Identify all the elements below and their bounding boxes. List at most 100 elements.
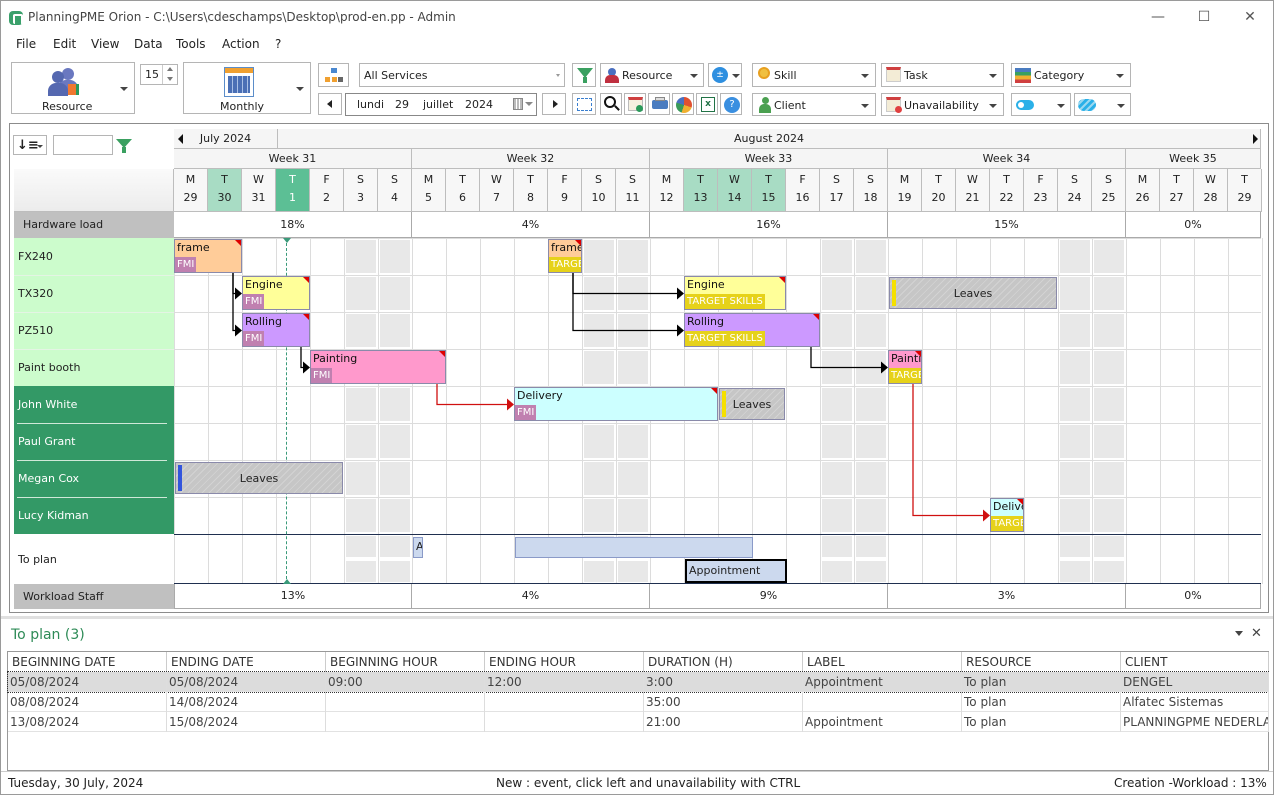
plus-minus-button[interactable]: ±: [708, 63, 742, 87]
day-header[interactable]: W7: [480, 169, 514, 212]
client-filter-select[interactable]: Client: [752, 93, 876, 116]
task-block[interactable]: Engine TARGET SKILLS: [684, 276, 786, 310]
day-header[interactable]: F 16: [786, 169, 820, 212]
menu-view[interactable]: View: [91, 37, 119, 51]
day-header[interactable]: S 11: [616, 169, 650, 212]
menu-tools[interactable]: Tools: [176, 37, 206, 51]
day-header[interactable]: T8: [514, 169, 548, 212]
day-header[interactable]: T 29: [1228, 169, 1262, 212]
toggle-display-select[interactable]: [1011, 93, 1071, 116]
calendar-icon[interactable]: [513, 98, 523, 110]
to-plan-item[interactable]: Appointment: [685, 559, 787, 583]
leave-block[interactable]: Leaves: [889, 277, 1057, 309]
menu-help[interactable]: ?: [275, 37, 281, 51]
sort-button[interactable]: ↓≡: [13, 135, 47, 155]
menu-file[interactable]: File: [16, 37, 36, 51]
day-header[interactable]: T 30: [208, 169, 242, 212]
minimize-button[interactable]: —: [1143, 7, 1173, 27]
day-header[interactable]: M 12: [650, 169, 684, 212]
column-header[interactable]: CLIENT: [1121, 652, 1269, 672]
menu-action[interactable]: Action: [222, 37, 260, 51]
panel-menu-icon[interactable]: [1235, 631, 1243, 636]
to-plan-row-label[interactable]: To plan: [14, 534, 174, 584]
period-view-button[interactable]: Monthly: [183, 62, 311, 114]
resource-search-input[interactable]: [53, 135, 113, 155]
day-header[interactable]: S3: [344, 169, 378, 212]
resource-view-button[interactable]: Resource: [11, 62, 135, 114]
menu-data[interactable]: Data: [134, 37, 163, 51]
day-header[interactable]: M 19: [888, 169, 922, 212]
category-filter-select[interactable]: Category: [1011, 63, 1131, 87]
column-header[interactable]: LABEL: [803, 652, 962, 672]
day-header[interactable]: F 23: [1024, 169, 1058, 212]
date-picker[interactable]: lundi 29 juillet 2024: [345, 93, 537, 116]
leave-block[interactable]: Leaves: [719, 388, 785, 420]
column-header[interactable]: RESOURCE: [962, 652, 1121, 672]
day-header[interactable]: T 15: [752, 169, 786, 212]
day-header[interactable]: S 17: [820, 169, 854, 212]
to-plan-item[interactable]: [515, 537, 753, 558]
menu-edit[interactable]: Edit: [53, 37, 76, 51]
day-header[interactable]: T 20: [922, 169, 956, 212]
resource-row-label[interactable]: Megan Cox: [14, 460, 174, 497]
next-month-icon[interactable]: [1253, 134, 1258, 144]
excel-export-button[interactable]: x: [696, 93, 718, 115]
day-header[interactable]: M 29: [174, 169, 208, 212]
day-header[interactable]: T 27: [1160, 169, 1194, 212]
resource-row-label[interactable]: PZ510: [14, 312, 174, 349]
spin-up-icon[interactable]: [167, 67, 173, 71]
day-header[interactable]: W 21: [956, 169, 990, 212]
day-header[interactable]: M 26: [1126, 169, 1160, 212]
day-header[interactable]: W 14: [718, 169, 752, 212]
task-block[interactable]: PaintingTARGET SKILLS: [888, 350, 922, 384]
day-header[interactable]: W 31: [242, 169, 276, 212]
column-header[interactable]: BEGINNING HOUR: [326, 652, 485, 672]
resource-row-label[interactable]: John White: [14, 386, 174, 423]
day-header[interactable]: S4: [378, 169, 412, 212]
filter-button[interactable]: [572, 63, 596, 87]
day-header[interactable]: T 13: [684, 169, 718, 212]
day-header[interactable]: T1: [276, 169, 310, 212]
help-button[interactable]: ?: [720, 93, 742, 115]
day-header[interactable]: F2: [310, 169, 344, 212]
task-block[interactable]: frameTARGET SKILLS: [548, 239, 582, 273]
spin-down-icon[interactable]: [167, 77, 173, 81]
task-block[interactable]: Engine FMI: [242, 276, 310, 310]
table-row[interactable]: 08/08/2024 14/08/2024 35:00 To plan Alfatec …: [8, 692, 1269, 712]
task-block[interactable]: Painting FMI: [310, 350, 446, 384]
resource-row-label[interactable]: FX240: [14, 238, 174, 275]
selection-button[interactable]: [572, 93, 596, 115]
previous-date-button[interactable]: [318, 93, 342, 115]
maximize-button[interactable]: ☐: [1189, 7, 1219, 27]
next-date-button[interactable]: [542, 93, 566, 115]
resource-row-label[interactable]: Lucy Kidman: [14, 497, 174, 534]
day-header[interactable]: S 10: [582, 169, 616, 212]
day-header[interactable]: T 22: [990, 169, 1024, 212]
day-header[interactable]: W 28: [1194, 169, 1228, 212]
day-header[interactable]: T6: [446, 169, 480, 212]
resource-row-label[interactable]: Paint booth: [14, 349, 174, 386]
chart-button[interactable]: [672, 93, 694, 115]
day-header[interactable]: S 18: [854, 169, 888, 212]
to-plan-item[interactable]: A: [413, 537, 424, 558]
unavailability-filter-select[interactable]: Unavailability: [881, 93, 1004, 116]
resource-row-label[interactable]: Paul Grant: [14, 423, 174, 460]
task-block[interactable]: Delivery FMI: [514, 387, 718, 421]
table-row[interactable]: 05/08/2024 05/08/2024 09:00 12:00 3:00 Appoin…: [7, 671, 1269, 693]
close-button[interactable]: ✕: [1235, 7, 1265, 27]
search-button[interactable]: [600, 93, 622, 115]
hierarchy-button[interactable]: [318, 63, 349, 87]
print-button[interactable]: [648, 93, 670, 115]
panel-close-icon[interactable]: ✕: [1251, 626, 1262, 641]
day-header[interactable]: M5: [412, 169, 446, 212]
column-header[interactable]: ENDING HOUR: [485, 652, 644, 672]
task-block[interactable]: Rolling FMI: [242, 313, 310, 347]
splitter[interactable]: [1, 616, 1273, 619]
column-header[interactable]: BEGINNING DATE: [8, 652, 167, 672]
resource-filter-select[interactable]: Resource: [600, 63, 704, 87]
column-header[interactable]: ENDING DATE: [167, 652, 326, 672]
pattern-display-select[interactable]: [1074, 93, 1131, 116]
day-header[interactable]: S 25: [1092, 169, 1126, 212]
task-block[interactable]: frame FMI: [174, 239, 242, 273]
day-header[interactable]: S 24: [1058, 169, 1092, 212]
